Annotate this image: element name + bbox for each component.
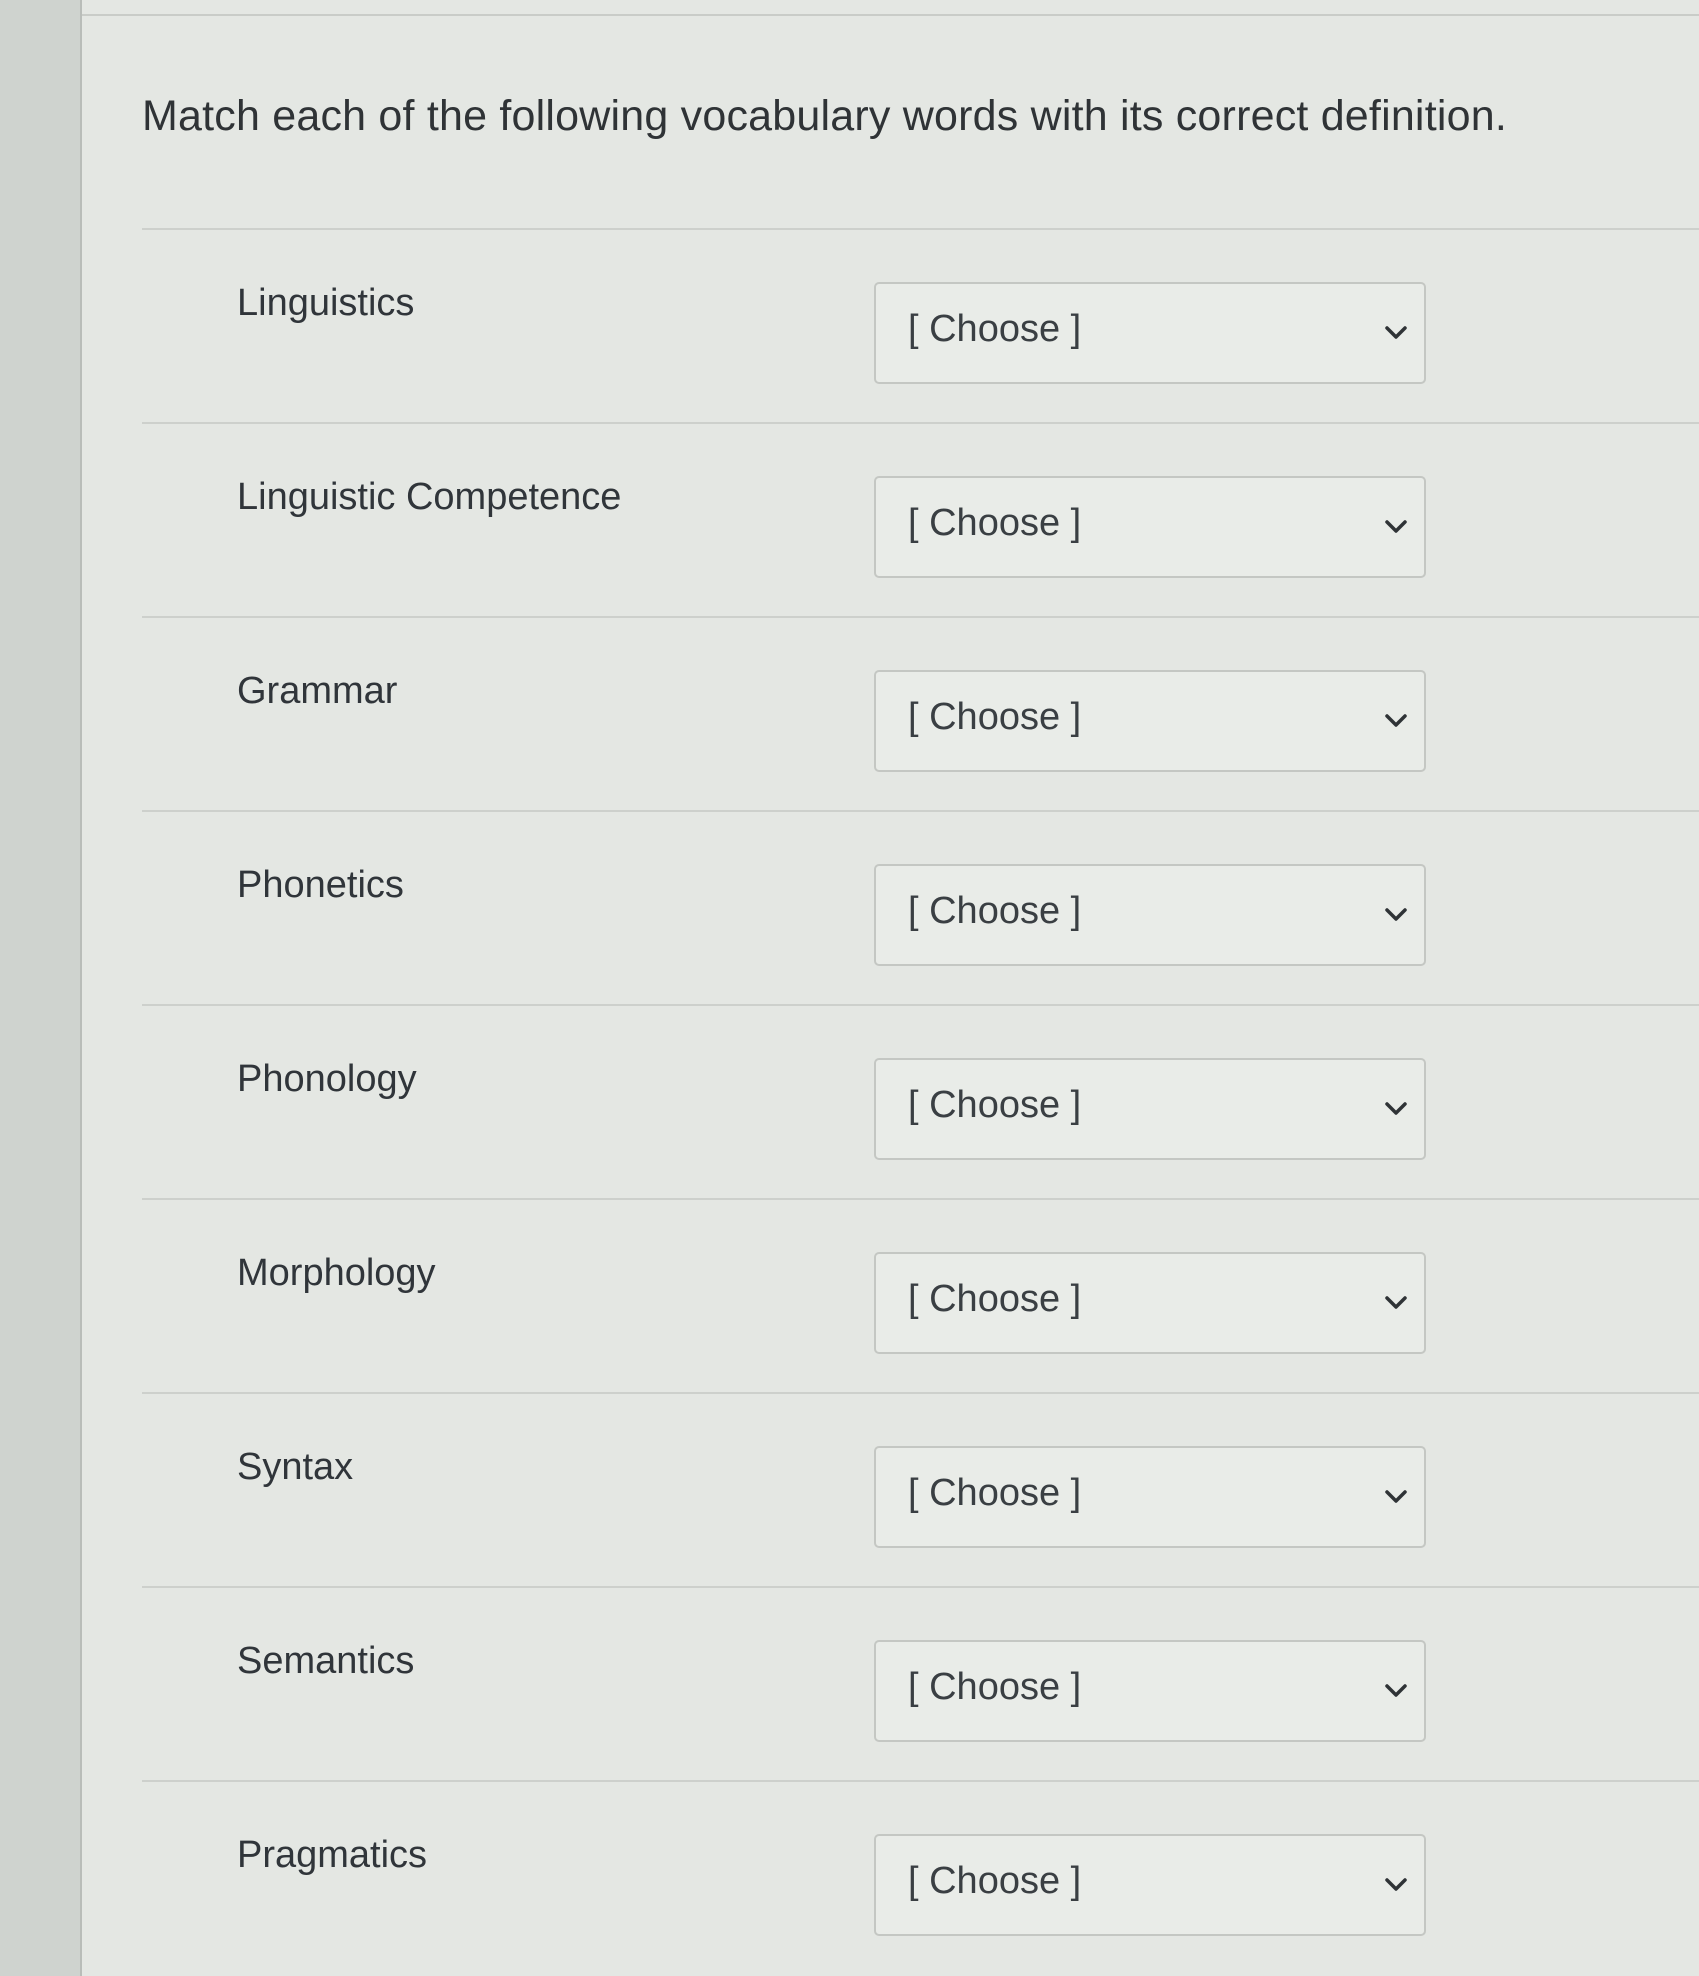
chevron-down-icon <box>1382 512 1410 540</box>
matching-row: Syntax [ Choose ] <box>142 1392 1699 1586</box>
quiz-panel: Match each of the following vocabulary w… <box>82 0 1699 1976</box>
dropdown-value: [ Choose ] <box>908 890 1082 932</box>
term-label: Morphology <box>237 1252 436 1294</box>
definition-dropdown[interactable]: [ Choose ] <box>874 1834 1426 1936</box>
dropdown-value: [ Choose ] <box>908 502 1082 544</box>
term-label: Grammar <box>237 670 398 712</box>
matching-row: Phonetics [ Choose ] <box>142 810 1699 1004</box>
chevron-down-icon <box>1382 1870 1410 1898</box>
definition-dropdown[interactable]: [ Choose ] <box>874 1640 1426 1742</box>
matching-row: Grammar [ Choose ] <box>142 616 1699 810</box>
left-margin <box>0 0 82 1976</box>
dropdown-value: [ Choose ] <box>908 1666 1082 1708</box>
chevron-down-icon <box>1382 900 1410 928</box>
definition-dropdown[interactable]: [ Choose ] <box>874 864 1426 966</box>
divider <box>82 14 1699 16</box>
chevron-down-icon <box>1382 706 1410 734</box>
definition-dropdown[interactable]: [ Choose ] <box>874 282 1426 384</box>
term-label: Syntax <box>237 1446 354 1488</box>
matching-row: Pragmatics [ Choose ] <box>142 1780 1699 1974</box>
term-label: Pragmatics <box>237 1834 428 1876</box>
matching-row: Linguistic Competence [ Choose ] <box>142 422 1699 616</box>
chevron-down-icon <box>1382 318 1410 346</box>
matching-row: Morphology [ Choose ] <box>142 1198 1699 1392</box>
dropdown-value: [ Choose ] <box>908 308 1082 350</box>
chevron-down-icon <box>1382 1094 1410 1122</box>
term-label: Semantics <box>237 1640 415 1682</box>
matching-row: Semantics [ Choose ] <box>142 1586 1699 1780</box>
definition-dropdown[interactable]: [ Choose ] <box>874 1446 1426 1548</box>
definition-dropdown[interactable]: [ Choose ] <box>874 670 1426 772</box>
chevron-down-icon <box>1382 1676 1410 1704</box>
term-label: Phonetics <box>237 864 404 906</box>
matching-row: Linguistics [ Choose ] <box>142 228 1699 422</box>
term-label: Linguistic Competence <box>237 476 622 518</box>
chevron-down-icon <box>1382 1288 1410 1316</box>
term-label: Phonology <box>237 1058 417 1100</box>
definition-dropdown[interactable]: [ Choose ] <box>874 1252 1426 1354</box>
question-text: Match each of the following vocabulary w… <box>142 92 1507 140</box>
definition-dropdown[interactable]: [ Choose ] <box>874 1058 1426 1160</box>
dropdown-value: [ Choose ] <box>908 1278 1082 1320</box>
matching-row: Phonology [ Choose ] <box>142 1004 1699 1198</box>
matching-list: Linguistics [ Choose ] Linguistic Compet… <box>142 228 1699 1974</box>
term-label: Linguistics <box>237 282 415 324</box>
definition-dropdown[interactable]: [ Choose ] <box>874 476 1426 578</box>
dropdown-value: [ Choose ] <box>908 696 1082 738</box>
dropdown-value: [ Choose ] <box>908 1860 1082 1902</box>
chevron-down-icon <box>1382 1482 1410 1510</box>
dropdown-value: [ Choose ] <box>908 1472 1082 1514</box>
dropdown-value: [ Choose ] <box>908 1084 1082 1126</box>
